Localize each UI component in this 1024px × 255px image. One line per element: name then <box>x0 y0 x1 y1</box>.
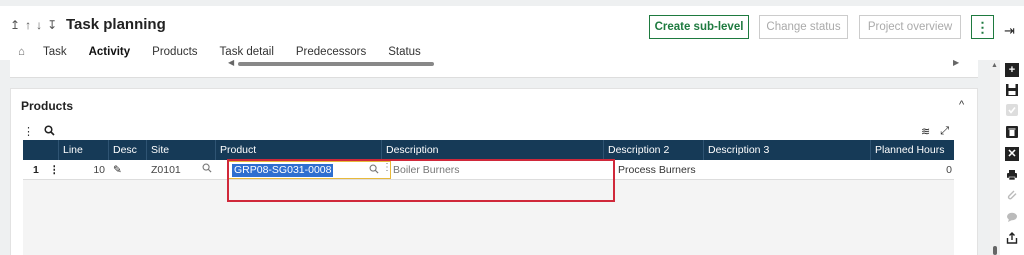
site-lookup-icon[interactable]: ⋮ <box>198 160 216 180</box>
grid-search-icon[interactable] <box>44 125 55 139</box>
scroll-up-icon[interactable]: ▲ <box>991 62 998 69</box>
cell-line[interactable]: 10 <box>59 160 109 180</box>
column-header-line[interactable]: Line <box>59 140 109 160</box>
page-title: Task planning <box>66 16 166 33</box>
activity-card-bottom: ◀ ▶ <box>10 58 978 78</box>
create-sub-level-button[interactable]: Create sub-level <box>649 15 749 39</box>
grid-header-row: Line Desc Site Product Description Descr… <box>23 140 954 160</box>
products-card: Products ^ ⋮ ≋ ⤢ Line Desc Site Product … <box>10 88 978 255</box>
tab-predecessors[interactable]: Predecessors <box>296 46 366 58</box>
tab-status[interactable]: Status <box>388 46 421 58</box>
cell-description-2[interactable]: Process Burners <box>614 160 710 180</box>
tab-products[interactable]: Products <box>152 46 197 58</box>
record-navigation: ↥ ↑ ↓ ↧ <box>10 18 57 32</box>
content-area: ◀ ▶ Products ^ ⋮ ≋ ⤢ Line Desc Site Prod… <box>0 58 990 255</box>
row-number: 1 <box>33 164 39 176</box>
cell-description-3[interactable] <box>704 160 871 180</box>
products-section-title: Products <box>21 99 74 113</box>
column-header-site[interactable]: Site <box>147 140 216 160</box>
last-record-icon[interactable]: ↧ <box>47 18 57 32</box>
pencil-icon[interactable]: ✎ <box>109 160 147 180</box>
layers-icon[interactable]: ≋ <box>921 125 930 138</box>
table-row[interactable]: 1 ⋮ 10 ✎ Z0101 ⋮ GRP08-SG031-0008 ⋮ Boil… <box>23 159 954 202</box>
next-record-icon[interactable]: ↓ <box>36 18 42 32</box>
horizontal-scrollbar[interactable]: ◀ ▶ <box>228 58 960 68</box>
logout-icon[interactable]: ⇥ <box>1004 23 1015 39</box>
scroll-right-icon[interactable]: ▶ <box>953 58 959 67</box>
column-header-planned-hours[interactable]: Planned Hours <box>871 140 954 160</box>
home-icon[interactable]: ⌂ <box>18 46 25 58</box>
column-header-desc[interactable]: Desc <box>109 140 147 160</box>
row-menu-icon[interactable]: ⋮ <box>45 160 57 180</box>
save-icon[interactable] <box>1005 83 1019 97</box>
more-actions-button[interactable]: ⋮ <box>971 15 994 39</box>
row-number-header <box>23 140 59 160</box>
grid-toolbar: ⋮ <box>23 125 55 139</box>
collapse-icon[interactable]: ^ <box>959 99 964 111</box>
column-header-description-3[interactable]: Description 3 <box>704 140 871 160</box>
product-value: GRP08-SG031-0008 <box>232 164 334 177</box>
print-icon[interactable] <box>1005 168 1019 182</box>
column-header-description[interactable]: Description <box>382 140 604 160</box>
attach-icon[interactable] <box>1005 188 1019 202</box>
scroll-left-icon[interactable]: ◀ <box>228 58 234 67</box>
first-record-icon[interactable]: ↥ <box>10 18 20 32</box>
expand-icon[interactable]: ⤢ <box>940 125 949 138</box>
trash-icon[interactable] <box>1005 125 1019 139</box>
horizontal-scroll-thumb[interactable] <box>238 62 434 66</box>
change-status-button[interactable]: Change status <box>759 15 848 39</box>
tab-task-detail[interactable]: Task detail <box>220 46 274 58</box>
products-grid: Line Desc Site Product Description Descr… <box>23 140 954 255</box>
cell-description[interactable]: Boiler Burners <box>389 160 599 180</box>
grid-empty-area <box>23 180 954 255</box>
tab-activity[interactable]: Activity <box>88 46 131 66</box>
project-overview-button[interactable]: Project overview <box>859 15 961 39</box>
vertical-scrollbar[interactable]: ▲ <box>990 60 1000 255</box>
grid-menu-icon[interactable]: ⋮ <box>23 125 34 139</box>
check-icon[interactable] <box>1005 103 1019 117</box>
column-header-description-2[interactable]: Description 2 <box>604 140 704 160</box>
tab-bar: ⌂ Task Activity Products Task detail Pre… <box>18 46 443 66</box>
product-lookup-icon[interactable] <box>369 164 379 177</box>
product-input[interactable]: GRP08-SG031-0008 ⋮ <box>228 161 392 179</box>
grid-toolbar-right: ≋ ⤢ <box>921 125 949 138</box>
cell-planned-hours[interactable]: 0 <box>871 160 954 180</box>
tab-activity-label: Activity <box>88 46 131 58</box>
vertical-scroll-thumb[interactable] <box>993 246 997 255</box>
right-toolbar: + ✕ <box>1000 60 1024 255</box>
share-icon[interactable] <box>1005 231 1019 245</box>
page-header: ↥ ↑ ↓ ↧ Task planning Create sub-level C… <box>0 6 1015 66</box>
comment-icon[interactable] <box>1005 210 1019 224</box>
column-header-product[interactable]: Product <box>216 140 382 160</box>
close-icon[interactable]: ✕ <box>1005 147 1019 161</box>
plus-icon[interactable]: + <box>1005 63 1019 77</box>
previous-record-icon[interactable]: ↑ <box>25 18 31 32</box>
tab-task[interactable]: Task <box>43 46 67 58</box>
cell-site[interactable]: Z0101 <box>147 160 197 180</box>
